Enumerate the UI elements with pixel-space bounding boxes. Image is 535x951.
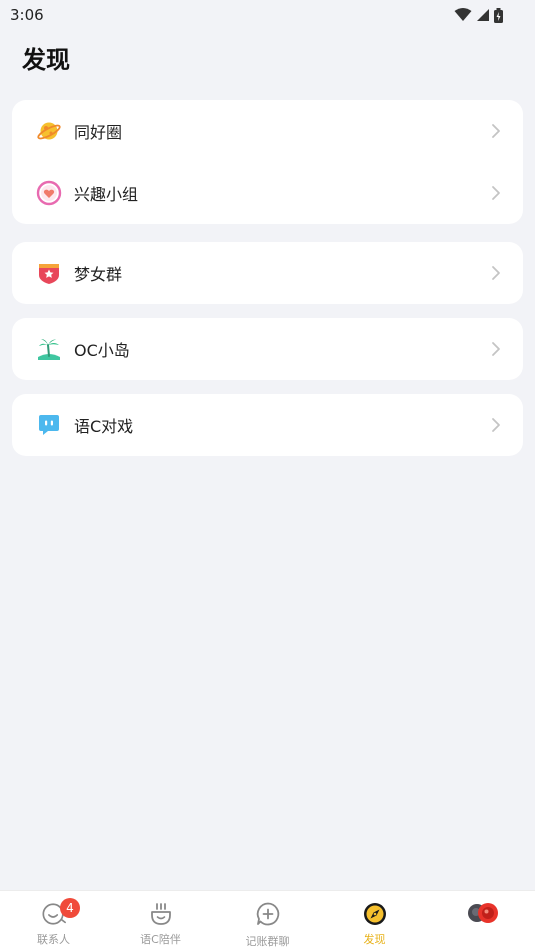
palm-island-icon (36, 336, 62, 362)
menu-item-mengnvqun[interactable]: 梦女群 (12, 242, 523, 304)
page-title: 发现 (22, 46, 70, 74)
status-time: 3:06 (10, 6, 44, 24)
chevron-right-icon (492, 418, 500, 432)
heart-ring-icon (36, 180, 62, 206)
tab-label: 语C陪伴 (140, 933, 181, 946)
star-shield-icon (36, 260, 62, 286)
menu-item-tonghaoquan[interactable]: 同好圈 (12, 100, 523, 162)
status-icons (454, 7, 503, 23)
add-chat-icon (255, 901, 281, 927)
menu-item-label: 梦女群 (74, 265, 123, 284)
wifi-icon (454, 8, 472, 21)
menu-item-oc-island[interactable]: OC小岛 (12, 318, 523, 380)
tab-label: 联系人 (37, 933, 70, 946)
tab-label: 发现 (363, 933, 386, 946)
avatar-icon (464, 901, 500, 927)
discover-card-2: 梦女群 (12, 242, 523, 304)
cup-icon (148, 901, 174, 927)
tab-contacts[interactable]: 联系人 4 (0, 891, 107, 951)
chevron-right-icon (492, 342, 500, 356)
tab-discover[interactable]: 发现 (321, 891, 428, 951)
chevron-right-icon (492, 266, 500, 280)
tab-avatar[interactable] (428, 891, 535, 951)
menu-item-label: 兴趣小组 (74, 185, 139, 204)
chevron-right-icon (492, 124, 500, 138)
bottom-tab-bar: 联系人 4 语C陪伴 记账群聊 发现 (0, 890, 535, 951)
status-bar: 3:06 (0, 0, 535, 30)
menu-item-xingquxiaozu[interactable]: 兴趣小组 (12, 162, 523, 224)
signal-icon (477, 9, 489, 21)
menu-item-label: OC小岛 (74, 341, 130, 360)
battery-icon (494, 7, 503, 23)
discover-card-3: OC小岛 (12, 318, 523, 380)
tab-ledger-group-chat[interactable]: 记账群聊 (214, 891, 321, 951)
chevron-right-icon (492, 186, 500, 200)
discover-card-4: 语C对戏 (12, 394, 523, 456)
tab-label: 记账群聊 (245, 935, 290, 948)
compass-icon (362, 901, 388, 927)
unread-badge: 4 (60, 898, 80, 918)
planet-icon (36, 118, 62, 144)
menu-item-label: 语C对戏 (74, 417, 134, 436)
tab-yuc-companion[interactable]: 语C陪伴 (107, 891, 214, 951)
menu-item-label: 同好圈 (74, 123, 123, 142)
discover-card-1: 同好圈 兴趣小组 (12, 100, 523, 224)
chat-bubble-icon (36, 412, 62, 438)
menu-item-yuc-duixi[interactable]: 语C对戏 (12, 394, 523, 456)
